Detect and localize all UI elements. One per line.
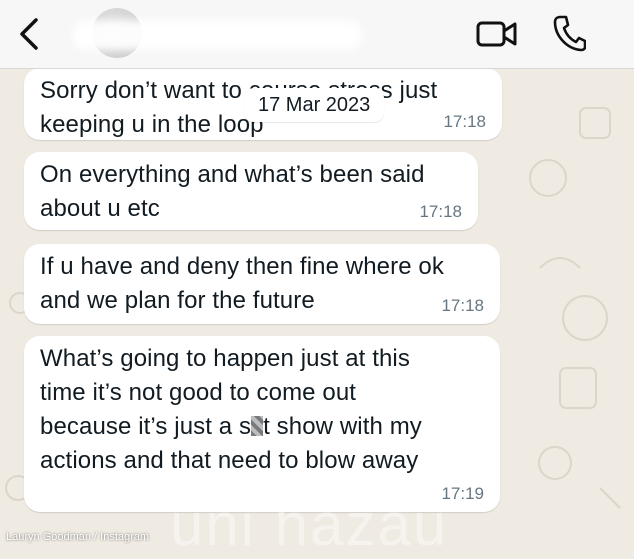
video-call-button[interactable] — [476, 18, 518, 50]
message-line: What’s going to happen just at this — [40, 345, 410, 372]
watermark: uni hazau — [170, 491, 449, 558]
message-line: On everything and what’s been said — [40, 161, 425, 188]
back-button[interactable] — [16, 16, 44, 52]
message-text: What’s going to happen just at this time… — [40, 342, 484, 478]
message-line: If u have and deny then fine where ok — [40, 253, 444, 280]
message-line: time it’s not good to come out — [40, 379, 357, 406]
message-fragment: t show with my — [263, 413, 422, 440]
message-timestamp: 17:18 — [419, 202, 462, 221]
message-timestamp: 17:18 — [441, 296, 484, 315]
censor-pixelation — [251, 416, 264, 436]
chevron-left-icon — [20, 18, 38, 50]
message-timestamp: 17:18 — [443, 112, 486, 131]
message-bubble[interactable]: On everything and what’s been said about… — [24, 152, 478, 230]
message-line: actions and that need to blow away — [40, 447, 419, 474]
video-camera-icon — [476, 21, 517, 47]
message-bubble[interactable]: If u have and deny then fine where ok an… — [24, 244, 500, 324]
phone-icon — [553, 15, 587, 52]
voice-call-button[interactable] — [552, 14, 587, 52]
contact-name-redacted[interactable] — [72, 20, 362, 50]
date-separator: 17 Mar 2023 — [244, 88, 385, 122]
message-line: because it’s just a s t show with my — [40, 410, 484, 444]
message-text: If u have and deny then fine where ok an… — [40, 250, 484, 318]
message-line: and we plan for the future — [40, 287, 315, 314]
message-bubble[interactable]: What’s going to happen just at this time… — [24, 336, 500, 512]
photo-credit: Lauryn Goodman / Instagram — [6, 531, 150, 543]
message-list[interactable]: 17 Mar 2023 Sorry don’t want to course s… — [0, 68, 634, 545]
message-fragment: because it’s just a s — [40, 413, 252, 440]
chat-header — [0, 0, 634, 69]
message-line: about u etc — [40, 195, 160, 222]
message-text: On everything and what’s been said about… — [40, 158, 462, 226]
